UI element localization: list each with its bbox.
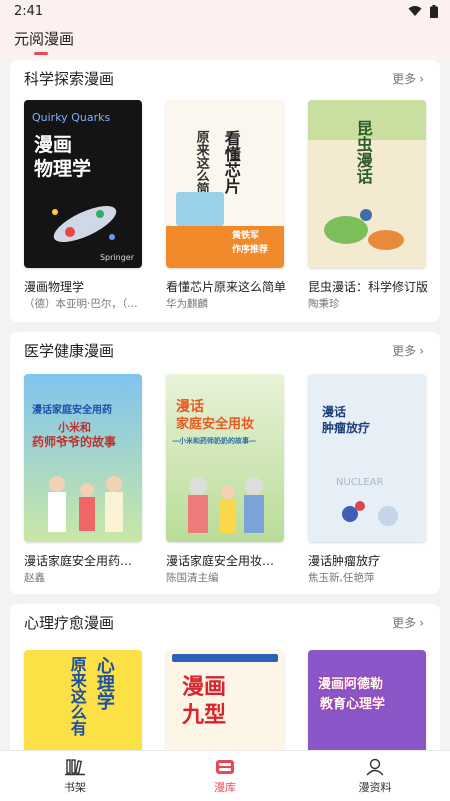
- more-label: 更多: [392, 72, 417, 86]
- book-cover: 漫画阿德勒 教育心理学: [308, 650, 426, 750]
- cover-text: 漫话: [176, 399, 204, 415]
- family-illustration: [48, 476, 123, 532]
- book-author: 陈国清主编: [166, 572, 219, 584]
- profile-icon: [366, 758, 384, 775]
- book-author: 陶秉珍: [308, 298, 340, 310]
- book-card[interactable]: 漫画阿德勒 教育心理学: [308, 650, 426, 750]
- book-cover: 昆虫漫话: [308, 100, 426, 268]
- cover-text: 家庭安全用妆: [176, 417, 255, 432]
- rocket-illustration: [52, 205, 117, 243]
- title-underline: [34, 52, 48, 55]
- nav-bookshelf[interactable]: 书架: [0, 751, 150, 801]
- book-author: 华为麒麟: [166, 298, 208, 310]
- cover-text: 漫话: [322, 405, 347, 419]
- cover-text: 看懂芯片: [221, 130, 241, 194]
- chevron-right-icon: ›: [419, 615, 424, 630]
- chevron-right-icon: ›: [419, 343, 424, 358]
- section-title: 心理疗愈漫画: [24, 614, 115, 632]
- book-card[interactable]: 漫话家庭安全用药 小米和 药师爷爷的故事 漫话家庭安全用药：小米和药师爷爷的故事…: [24, 374, 144, 585]
- status-bar: 2:41: [0, 0, 450, 22]
- cover-text: 昆虫漫话: [353, 120, 373, 184]
- family-illustration: [188, 477, 264, 533]
- book-title: 漫话肿瘤放疗: [308, 554, 381, 568]
- atom-illustration: [342, 501, 398, 526]
- status-time: 2:41: [14, 3, 44, 19]
- book-title: 漫话家庭安全用妆——小米和药师奶奶的故事: [166, 554, 286, 568]
- cover-text: Springer: [99, 252, 134, 262]
- cover-band: [172, 654, 278, 662]
- nav-label: 漫库: [214, 780, 236, 794]
- book-card[interactable]: 漫画 九型: [166, 650, 284, 750]
- book-card[interactable]: 看懂芯片 原来这么简单 黄铁军 作序推荐 看懂芯片原来这么简单 华为麒麟: [166, 100, 286, 311]
- book-card[interactable]: 原来这么有 心理学: [24, 650, 142, 750]
- status-icons: [408, 4, 438, 18]
- section-title: 医学健康漫画: [24, 342, 115, 360]
- section-science: 科学探索漫画 更多 › Quirky Quarks 漫画 物理学 Springer…: [10, 60, 440, 322]
- section-title: 科学探索漫画: [24, 70, 115, 88]
- more-link[interactable]: 更多 ›: [392, 70, 424, 87]
- cover-text: 漫画阿德勒: [318, 677, 384, 692]
- nav-profile[interactable]: 漫资料: [300, 751, 450, 801]
- more-label: 更多: [392, 344, 417, 358]
- book-cover: 漫话家庭安全用药 小米和 药师爷爷的故事: [24, 374, 142, 542]
- cover-text: 漫话家庭安全用药: [32, 405, 112, 416]
- cover-text: 教育心理学: [320, 697, 386, 712]
- chevron-right-icon: ›: [419, 71, 424, 86]
- book-cover: 漫话 肿瘤放疗 NUCLEAR: [308, 374, 426, 542]
- battery-icon: [430, 4, 438, 18]
- book-title: 漫话家庭安全用药：小米和药师爷爷的故事: [24, 554, 144, 568]
- bookshelf-icon: [65, 758, 85, 775]
- book-card[interactable]: 漫话 家庭安全用妆 —小米和药师奶奶的故事— 漫话家庭安全用妆——小米和药师奶奶…: [166, 374, 286, 585]
- main-content[interactable]: 科学探索漫画 更多 › Quirky Quarks 漫画 物理学 Springer…: [0, 60, 450, 750]
- app-header: 元阅漫画: [0, 22, 450, 60]
- nav-label: 书架: [64, 780, 86, 794]
- book-cover: 漫话 家庭安全用妆 —小米和药师奶奶的故事—: [166, 374, 284, 542]
- book-author: 赵鑫: [24, 572, 45, 584]
- insect-illustration: [324, 209, 404, 250]
- more-link[interactable]: 更多 ›: [392, 342, 424, 359]
- app-title: 元阅漫画: [14, 30, 75, 48]
- cover-text: 物理学: [34, 158, 92, 180]
- book-cover: 看懂芯片 原来这么简单 黄铁军 作序推荐: [166, 100, 284, 268]
- comic-library-icon: [216, 759, 234, 774]
- cover-text: 黄铁军: [232, 231, 260, 241]
- bottom-nav: 书架 漫库 漫资料: [0, 750, 450, 801]
- cover-text: 九型: [182, 703, 227, 728]
- cover-text: 肿瘤放疗: [322, 421, 371, 435]
- cover-illustration: [176, 192, 224, 226]
- book-cover: 漫画 九型: [166, 650, 284, 750]
- cover-text: 药师爷爷的故事: [32, 435, 117, 449]
- book-title: 昆虫漫话：科学修订版: [308, 280, 428, 294]
- cover-text: 作序推荐: [232, 245, 269, 255]
- cover-text: 原来这么有: [67, 656, 87, 736]
- book-author: （德）本亚明·巴尔，（德）: [24, 298, 144, 310]
- cover-text: Quirky Quarks: [32, 111, 111, 124]
- nav-label: 漫资料: [358, 780, 392, 794]
- book-cover: 原来这么有 心理学: [24, 650, 142, 750]
- more-link[interactable]: 更多 ›: [392, 614, 424, 631]
- wifi-icon: [408, 6, 422, 16]
- book-title: 漫画物理学: [24, 280, 85, 294]
- cover-text: 小米和: [58, 421, 91, 434]
- section-medical: 医学健康漫画 更多 › 漫话家庭安全用药 小米和 药师爷爷的故事 漫话家庭安全用药…: [10, 332, 440, 594]
- book-card[interactable]: Quirky Quarks 漫画 物理学 Springer 漫画物理学 （德）本…: [24, 100, 144, 311]
- book-author: 焦玉新,任艳萍: [308, 572, 375, 584]
- book-card[interactable]: 昆虫漫话 昆虫漫话：科学修订版 陶秉珍: [308, 100, 428, 311]
- cover-text: 漫画: [182, 675, 227, 700]
- cover-text: 心理学: [93, 656, 115, 710]
- cover-text: 漫画: [34, 134, 73, 156]
- section-psychology: 心理疗愈漫画 更多 › 原来这么有 心理学 漫画 九型 漫画阿德勒 教育心理学: [10, 604, 440, 750]
- cover-text: —小米和药师奶奶的故事—: [172, 437, 256, 445]
- more-label: 更多: [392, 616, 417, 630]
- nav-comic-library[interactable]: 漫库: [150, 751, 300, 801]
- book-cover: Quirky Quarks 漫画 物理学 Springer: [24, 100, 142, 268]
- book-title: 看懂芯片原来这么简单: [166, 280, 286, 294]
- book-card[interactable]: 漫话 肿瘤放疗 NUCLEAR 漫话肿瘤放疗 焦玉新,任艳萍: [308, 374, 426, 585]
